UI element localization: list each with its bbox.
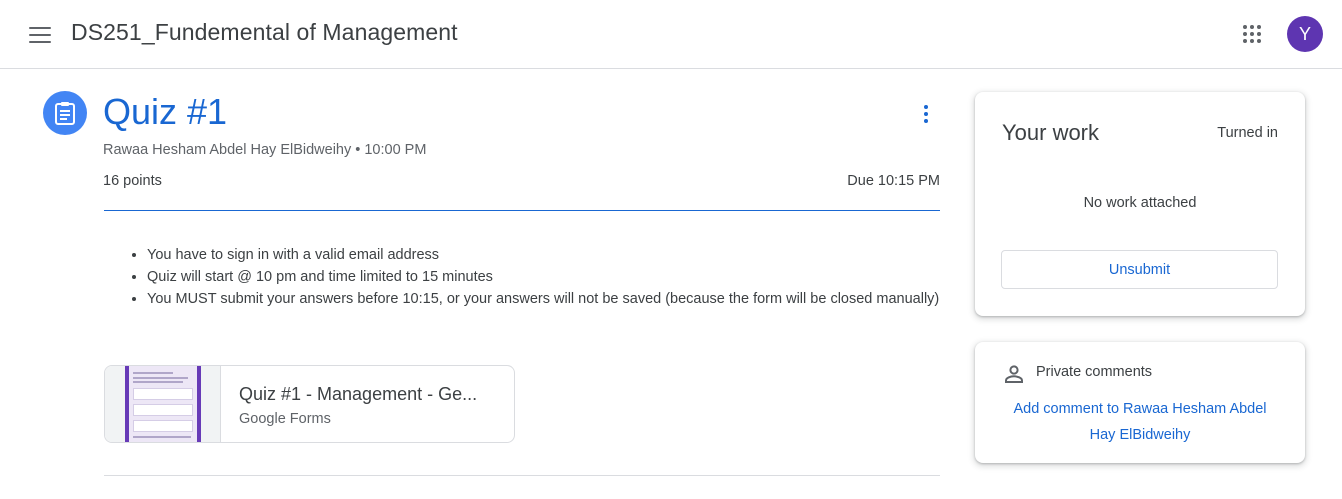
attachment-card[interactable]: Quiz #1 - Management - Ge... Google Form…	[104, 365, 515, 443]
header-divider	[104, 210, 940, 211]
class-title[interactable]: DS251_Fundemental of Management	[71, 19, 458, 46]
private-comments-card: Private comments Add comment to Rawaa He…	[975, 342, 1305, 463]
private-comments-title: Private comments	[1036, 364, 1153, 380]
assignment-instructions: You have to sign in with a valid email a…	[129, 244, 944, 310]
google-apps-icon[interactable]	[1234, 16, 1270, 52]
top-app-bar: DS251_Fundemental of Management Y	[0, 0, 1342, 69]
your-work-card: Your work Turned in No work attached Uns…	[975, 92, 1305, 316]
assignment-author-time: Rawaa Hesham Abdel Hay ElBidweihy • 10:0…	[103, 142, 427, 158]
more-vert-icon[interactable]	[910, 98, 942, 130]
instruction-item: You MUST submit your answers before 10:1…	[147, 288, 944, 310]
assignment-points: 16 points	[103, 173, 162, 189]
attachment-title: Quiz #1 - Management - Ge...	[239, 384, 478, 404]
hamburger-menu-icon[interactable]	[22, 17, 58, 53]
assignment-title: Quiz #1	[103, 91, 228, 132]
account-avatar[interactable]: Y	[1287, 16, 1323, 52]
assignment-due: Due 10:15 PM	[847, 173, 940, 189]
attachment-type: Google Forms	[239, 411, 331, 427]
instruction-item: You have to sign in with a valid email a…	[147, 244, 944, 266]
submission-status: Turned in	[1217, 125, 1278, 141]
google-forms-thumbnail	[105, 366, 221, 442]
no-work-text: No work attached	[1083, 195, 1197, 211]
section-divider	[104, 475, 940, 476]
assignment-clipboard-icon	[43, 91, 87, 135]
add-private-comment-link[interactable]: Add comment to Rawaa Hesham Abdel Hay El…	[1005, 396, 1275, 448]
your-work-title: Your work	[1002, 120, 1100, 145]
instruction-item: Quiz will start @ 10 pm and time limited…	[147, 266, 944, 288]
person-outline-icon	[1002, 362, 1026, 386]
unsubmit-button[interactable]: Unsubmit	[1001, 250, 1278, 289]
